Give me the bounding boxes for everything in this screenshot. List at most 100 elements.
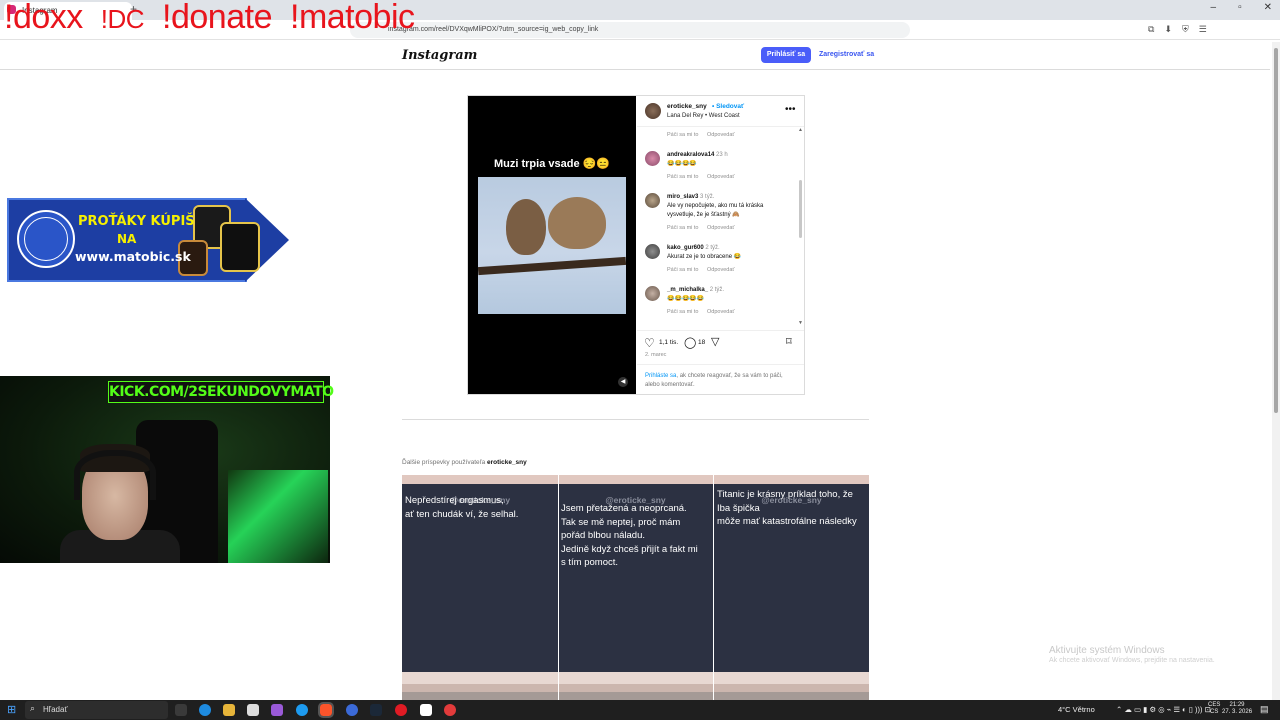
divider [637,364,804,365]
reply-link[interactable]: Odpovedať [707,309,734,315]
login-prompt-link[interactable]: Prihláste sa [645,373,676,379]
more-options-icon[interactable]: ••• [785,104,796,115]
command-dc: !DC [100,4,145,34]
bookmark-icon[interactable]: ⌑ [786,335,792,348]
banner-logo-inner [24,217,68,261]
more-posts-heading: Ďalšie príspevky používateľa eroticke_sn… [402,459,527,466]
comment-avatar[interactable] [645,286,660,301]
follow-link[interactable]: • Sledovať [712,103,744,110]
grid-next-row [402,692,869,700]
banner-na: NA [117,232,137,246]
app-icon[interactable] [420,704,432,716]
task-view-icon[interactable] [175,704,187,716]
shield-icon[interactable]: ⛨ [1182,24,1189,35]
menu-icon[interactable]: ☰ [1199,24,1207,35]
steam-icon[interactable] [370,704,382,716]
opera-icon[interactable] [395,704,407,716]
photos-icon[interactable] [271,704,283,716]
windows-activation-subtitle: Ak chcete aktivovať Windows, prejdite na… [1049,657,1215,664]
brave-icon[interactable] [318,702,334,718]
notification-icon[interactable]: ▤ [1260,704,1269,715]
grid-gap [558,475,559,700]
reply-link[interactable]: Odpovedať [707,225,734,231]
grid-post-tile[interactable]: @eroticke_sny Titanic je krásny príklad … [714,484,869,672]
command-donate: !donate [162,0,272,36]
owner-avatar[interactable] [645,103,661,119]
grid-gap [713,475,714,700]
like-comment-link[interactable]: Páči sa mi to [667,267,698,273]
language-indicator[interactable]: CES CS [1208,702,1220,716]
comments-scrollbar[interactable] [799,180,802,238]
like-comment-link[interactable]: Páči sa mi to [667,225,698,231]
reply-link[interactable]: Odpovedať [707,132,734,138]
supplement-jar [220,222,260,272]
url-input[interactable]: instagram.com/reel/DVXqwMliPOX/?utm_sour… [350,22,910,38]
more-posts-user-link[interactable]: eroticke_sny [487,459,527,466]
browser-toolbar-icons: ⧉ ⬇ ⛨ ☰ [1148,24,1207,35]
grid-top-band [402,475,869,484]
grid-post-tile[interactable]: @eroticke_sny Nepředstírej orgasmus, ať t… [402,484,558,672]
comment-username[interactable]: _m_michalka_ 2 týž. [667,287,724,293]
command-doxx: !doxx [4,0,83,36]
comment-avatar[interactable] [645,151,660,166]
comment-username[interactable]: kako_gur600 2 týž. [667,245,720,251]
app-icon[interactable] [346,704,358,716]
search-icon: ⌕ [30,703,36,713]
weather-widget[interactable]: 4°C Větrno [1058,705,1095,714]
comment-text: 😂😂😂😂😂 [667,296,705,302]
like-count: 1,1 tis. [659,339,679,346]
page-scrollbar[interactable] [1274,48,1278,413]
store-icon[interactable] [247,704,259,716]
command-matobic: !matobic [290,0,415,36]
comments-scroll-down-icon[interactable]: ▼ [798,320,803,326]
reply-link[interactable]: Odpovedať [707,174,734,180]
system-tray-icons[interactable]: ⌃ ☁ ▭ ▮ ⚙ ◎ ⌁ ☰ ◐ ▯ ))) ⊡ [1116,705,1211,714]
comment-actions: Páči sa mi to Odpovedať [667,174,741,180]
post-sidebar [637,96,804,394]
clock[interactable]: 21:29 27. 3. 2026 [1222,702,1252,716]
grid-post-tile[interactable]: @eroticke_sny Jsem přetažená a neoprcaná… [558,484,713,672]
owner-username[interactable]: eroticke_sny [667,103,707,110]
register-link[interactable]: Zaregistrovať sa [819,51,874,58]
minimize-button[interactable]: – [1211,2,1217,13]
audio-track[interactable]: Lana Del Rey • West Coast [667,113,740,119]
taskbar-search-input[interactable]: Hľadať [25,701,168,719]
comment-icon[interactable]: ◯ [684,336,696,349]
post-date: 2. marec [645,352,667,358]
windows-start-icon[interactable]: ⊞ [7,703,16,716]
like-comment-link[interactable]: Páči sa mi to [667,132,698,138]
comment-avatar[interactable] [645,244,660,259]
comments-scroll-up-icon[interactable]: ▲ [798,127,803,133]
heart-icon[interactable]: ♡ [644,336,655,350]
like-comment-link[interactable]: Páči sa mi to [667,309,698,315]
comment-count: 18 [698,339,706,346]
banner-headline: PROŤÁKY KÚPIŠ [78,214,195,229]
comment-actions: Páči sa mi to Odpovedať [667,225,741,231]
window-controls: – ▫ ✕ [1211,2,1273,13]
divider [637,126,804,127]
comment-username[interactable]: miro_slav3 3 týž. [667,194,714,200]
app-icon[interactable] [444,704,456,716]
maximize-button[interactable]: ▫ [1238,2,1242,13]
comment-actions: Páči sa mi to Odpovedať [667,267,741,273]
file-explorer-icon[interactable] [223,704,235,716]
comment-text: Ale vy nepočujete, ako mu tá kráska vysv… [667,203,764,218]
extensions-icon[interactable]: ⧉ [1148,24,1154,35]
edge-icon[interactable] [199,704,211,716]
mute-icon[interactable]: ◀ [618,377,628,387]
banner-url: www.matobic.sk [75,249,191,264]
close-window-button[interactable]: ✕ [1264,2,1272,13]
comment-username[interactable]: andreakralova14 23 h [667,152,728,158]
login-button[interactable]: Prihlásiť sa [761,47,811,63]
grid-next-row [402,684,869,692]
reply-link[interactable]: Odpovedať [707,267,734,273]
pc-case-rgb [228,470,328,563]
instagram-header [0,41,1270,70]
like-comment-link[interactable]: Páči sa mi to [667,174,698,180]
comment-avatar[interactable] [645,193,660,208]
instagram-logo[interactable]: Instagram [402,48,477,63]
app-icon[interactable] [296,704,308,716]
comment-text: Akurat ze je to obracene 😂 [667,254,742,260]
downloads-icon[interactable]: ⬇ [1164,24,1172,35]
share-icon[interactable]: ▽ [711,335,719,348]
